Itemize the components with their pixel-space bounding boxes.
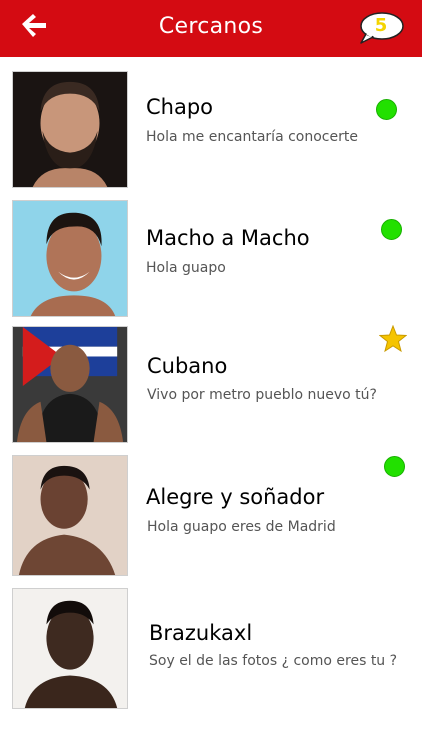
contact-message: Hola guapo xyxy=(146,260,226,276)
avatar xyxy=(12,455,128,576)
contact-message: Vivo por metro pueblo nuevo tú? xyxy=(147,387,377,403)
star-icon xyxy=(379,325,407,353)
top-bar: Cercanos 5 xyxy=(0,0,422,57)
avatar xyxy=(12,588,128,709)
list-item[interactable]: Alegre y soñador Hola guapo eres de Madr… xyxy=(0,454,422,579)
contact-name: Cubano xyxy=(147,354,228,378)
list-item[interactable]: Macho a Macho Hola guapo xyxy=(0,199,422,319)
messages-button[interactable]: 5 xyxy=(358,11,406,47)
online-dot-icon xyxy=(384,456,405,477)
list-item[interactable]: Brazukaxl Soy el de las fotos ¿ como ere… xyxy=(0,587,422,712)
contact-name: Chapo xyxy=(146,95,214,119)
avatar xyxy=(12,326,128,443)
contact-name: Macho a Macho xyxy=(146,226,310,250)
contact-message: Hola me encantaría conocerte xyxy=(146,129,358,145)
contact-name: Alegre y soñador xyxy=(146,485,325,509)
contact-name: Brazukaxl xyxy=(149,621,253,645)
list-item[interactable]: Chapo Hola me encantaría conocerte xyxy=(0,69,422,189)
online-dot-icon xyxy=(381,219,402,240)
online-dot-icon xyxy=(376,99,397,120)
unread-count-badge: 5 xyxy=(374,15,388,36)
list-item[interactable]: Cubano Vivo por metro pueblo nuevo tú? xyxy=(0,325,422,445)
contact-message: Soy el de las fotos ¿ como eres tu ? xyxy=(149,653,398,669)
avatar xyxy=(12,200,128,317)
contact-message: Hola guapo eres de Madrid xyxy=(147,519,336,535)
avatar xyxy=(12,71,128,188)
